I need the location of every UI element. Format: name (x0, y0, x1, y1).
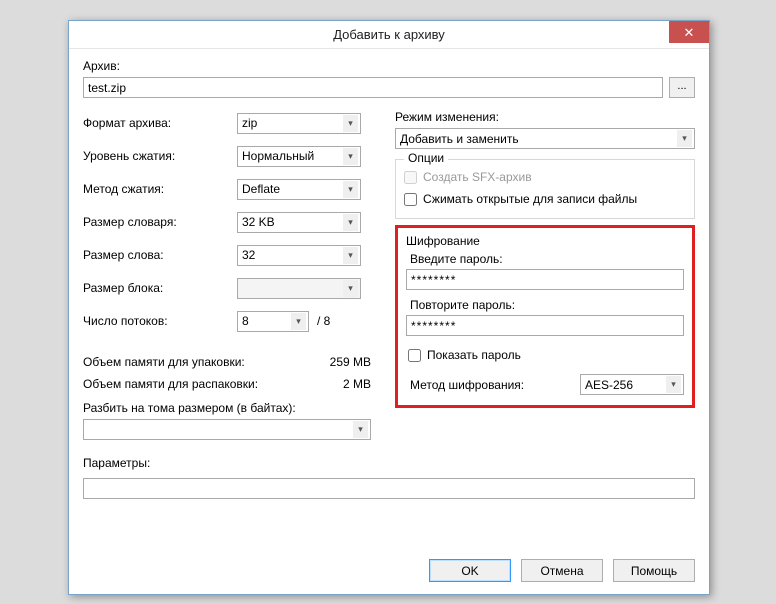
button-bar: OK Отмена Помощь (69, 549, 709, 594)
chevron-down-icon: ▾ (343, 148, 358, 165)
mem-unpack-label: Объем памяти для распаковки: (83, 377, 258, 391)
dialog-body: Архив: ... Формат архива: zip ▾ Уровень … (69, 49, 709, 549)
mem-pack-value: 259 MB (330, 355, 371, 369)
password2-label: Повторите пароль: (410, 298, 684, 312)
help-button[interactable]: Помощь (613, 559, 695, 582)
password-input[interactable] (406, 269, 684, 290)
options-legend: Опции (404, 151, 448, 165)
level-value: Нормальный (242, 149, 314, 163)
chevron-down-icon: ▾ (677, 130, 692, 147)
options-group: Опции Создать SFX-архив Сжимать открытые… (395, 159, 695, 219)
archive-label: Архив: (83, 59, 695, 73)
encmethod-value: AES-256 (585, 378, 633, 392)
ok-button[interactable]: OK (429, 559, 511, 582)
showpw-checkbox[interactable] (408, 349, 421, 362)
password-label: Введите пароль: (410, 252, 684, 266)
chevron-down-icon: ▾ (666, 376, 681, 393)
threads-max: / 8 (317, 314, 330, 328)
split-label: Разбить на тома размером (в байтах): (83, 401, 371, 415)
sfx-checkbox-row: Создать SFX-архив (404, 166, 686, 188)
encryption-legend: Шифрование (406, 234, 684, 248)
chevron-down-icon: ▾ (353, 421, 368, 438)
cancel-button[interactable]: Отмена (521, 559, 603, 582)
password2-input[interactable] (406, 315, 684, 336)
chevron-down-icon: ▾ (343, 181, 358, 198)
left-column: Формат архива: zip ▾ Уровень сжатия: Нор… (83, 110, 371, 440)
level-label: Уровень сжатия: (83, 149, 237, 163)
browse-button[interactable]: ... (669, 77, 695, 98)
close-button[interactable]: ✕ (669, 21, 709, 43)
block-label: Размер блока: (83, 281, 237, 295)
shared-checkbox[interactable] (404, 193, 417, 206)
close-icon: ✕ (684, 26, 695, 39)
chevron-down-icon: ▾ (343, 115, 358, 132)
method-value: Deflate (242, 182, 280, 196)
showpw-row[interactable]: Показать пароль (408, 344, 684, 366)
sfx-label: Создать SFX-архив (423, 170, 532, 184)
mem-pack-label: Объем памяти для упаковки: (83, 355, 245, 369)
level-select[interactable]: Нормальный ▾ (237, 146, 361, 167)
shared-label: Сжимать открытые для записи файлы (423, 192, 637, 206)
dict-label: Размер словаря: (83, 215, 237, 229)
format-select[interactable]: zip ▾ (237, 113, 361, 134)
word-select[interactable]: 32 ▾ (237, 245, 361, 266)
dict-select[interactable]: 32 KB ▾ (237, 212, 361, 233)
update-value: Добавить и заменить (400, 132, 519, 146)
shared-checkbox-row[interactable]: Сжимать открытые для записи файлы (404, 188, 686, 210)
params-label: Параметры: (83, 456, 695, 470)
format-label: Формат архива: (83, 116, 237, 130)
threads-value: 8 (242, 314, 249, 328)
window-title: Добавить к архиву (333, 27, 445, 42)
encmethod-select[interactable]: AES-256 ▾ (580, 374, 684, 395)
dialog-window: Добавить к архиву ✕ Архив: ... Формат ар… (68, 20, 710, 595)
chevron-down-icon: ▾ (343, 280, 358, 297)
threads-select[interactable]: 8 ▾ (237, 311, 309, 332)
encryption-group: Шифрование Введите пароль: Повторите пар… (395, 225, 695, 408)
chevron-down-icon: ▾ (343, 214, 358, 231)
archive-input[interactable] (83, 77, 663, 98)
chevron-down-icon: ▾ (291, 313, 306, 330)
showpw-label: Показать пароль (427, 348, 521, 362)
block-select[interactable]: ▾ (237, 278, 361, 299)
params-input[interactable] (83, 478, 695, 499)
sfx-checkbox (404, 171, 417, 184)
encmethod-label: Метод шифрования: (410, 378, 572, 392)
dict-value: 32 KB (242, 215, 275, 229)
format-value: zip (242, 116, 257, 130)
titlebar: Добавить к архиву ✕ (69, 21, 709, 49)
word-value: 32 (242, 248, 255, 262)
update-select[interactable]: Добавить и заменить ▾ (395, 128, 695, 149)
right-column: Режим изменения: Добавить и заменить ▾ О… (395, 110, 695, 440)
method-label: Метод сжатия: (83, 182, 237, 196)
threads-label: Число потоков: (83, 314, 237, 328)
word-label: Размер слова: (83, 248, 237, 262)
split-combo[interactable]: ▾ (83, 419, 371, 440)
mem-unpack-value: 2 MB (343, 377, 371, 391)
chevron-down-icon: ▾ (343, 247, 358, 264)
method-select[interactable]: Deflate ▾ (237, 179, 361, 200)
update-label: Режим изменения: (395, 110, 695, 124)
